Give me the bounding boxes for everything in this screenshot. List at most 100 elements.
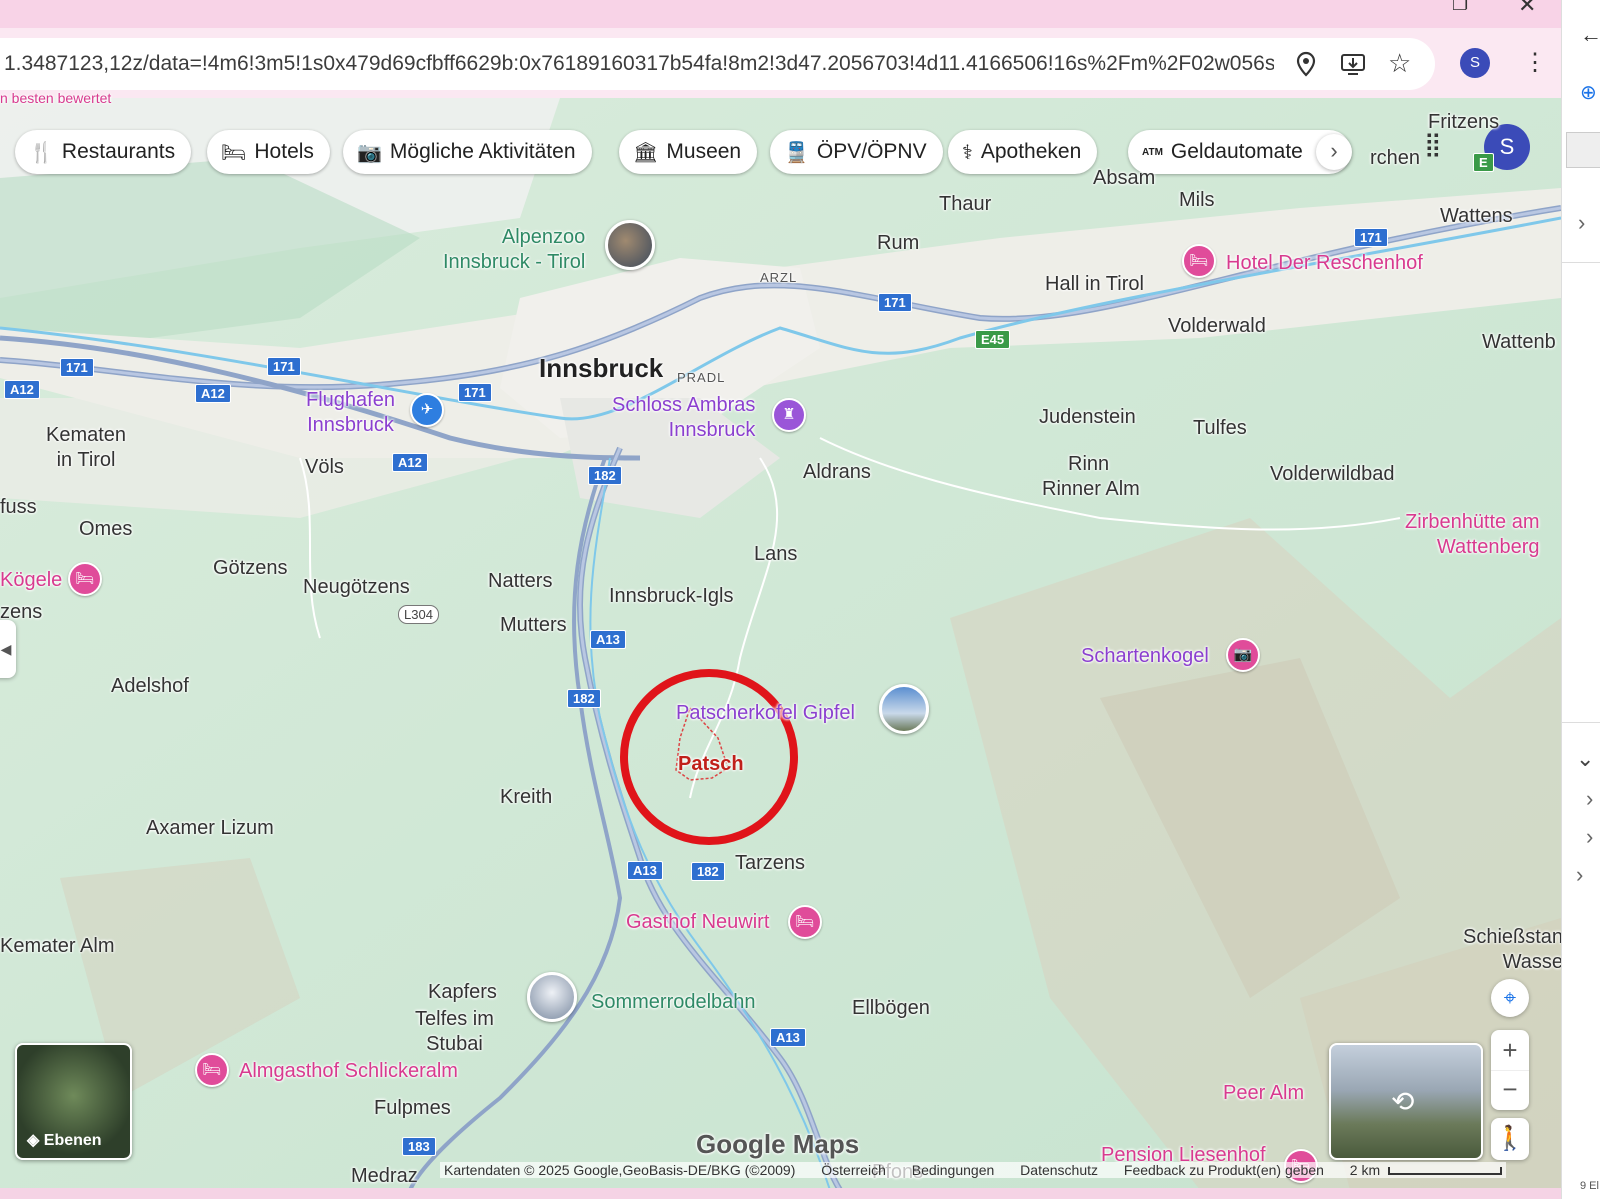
town-mutters[interactable]: Mutters: [500, 613, 567, 638]
place-volderwildbad[interactable]: Volderwildbad: [1270, 462, 1395, 487]
town-partial-fuss[interactable]: fuss: [0, 495, 37, 520]
district-arzl: ARZL: [760, 270, 798, 285]
poi-gasthof-neuwirt[interactable]: Gasthof Neuwirt: [626, 910, 769, 935]
add-circle-icon[interactable]: ⊕: [1580, 80, 1597, 105]
chevron-down-icon[interactable]: ⌄: [1576, 746, 1594, 772]
town-fritzens[interactable]: Fritzens: [1428, 110, 1499, 135]
zoom-out-button[interactable]: −: [1491, 1070, 1529, 1111]
hotel-icon[interactable]: 🛏: [788, 905, 822, 939]
city-innsbruck[interactable]: Innsbruck: [539, 352, 663, 385]
install-app-icon[interactable]: [1340, 52, 1366, 82]
camera-icon[interactable]: 📷: [1226, 638, 1260, 672]
place-axamer-lizum[interactable]: Axamer Lizum: [146, 816, 274, 841]
chevron-right-icon[interactable]: ›: [1586, 786, 1593, 812]
my-location-button[interactable]: ⌖: [1491, 979, 1529, 1017]
chip-transit[interactable]: 🚆 ÖPV/ÖPNV: [770, 130, 943, 174]
street-view-preview[interactable]: ⟲: [1329, 1043, 1483, 1160]
town-hall-in-tirol[interactable]: Hall in Tirol: [1045, 272, 1144, 297]
poi-alpenzoo[interactable]: Alpenzoo Innsbruck - Tirol: [443, 225, 585, 275]
town-tarzens[interactable]: Tarzens: [735, 851, 805, 876]
location-icon[interactable]: [1295, 51, 1317, 83]
zoom-in-button[interactable]: +: [1491, 1030, 1529, 1070]
poi-schlickeralm[interactable]: Almgasthof Schlickeralm: [239, 1059, 458, 1084]
close-icon[interactable]: ✕: [1518, 0, 1536, 18]
airplane-icon[interactable]: ✈: [410, 393, 444, 427]
url-text[interactable]: 1.3487123,12z/data=!4m6!3m5!1s0x479d69cf…: [4, 52, 1274, 76]
town-rum[interactable]: Rum: [877, 231, 919, 256]
footer-feedback-link[interactable]: Feedback zu Produkt(en) geben: [1124, 1162, 1324, 1178]
chevron-right-icon[interactable]: ›: [1586, 824, 1593, 850]
chips-next-button[interactable]: ›: [1316, 134, 1352, 170]
footer-country-link[interactable]: Österreich: [821, 1162, 886, 1178]
town-partial-archen[interactable]: rchen: [1370, 146, 1420, 171]
chip-hotels[interactable]: 🛏 Hotels: [207, 130, 330, 174]
hotel-icon[interactable]: 🛏: [195, 1053, 229, 1087]
side-panel-field[interactable]: [1566, 132, 1600, 168]
bookmark-star-icon[interactable]: ☆: [1388, 48, 1411, 79]
town-mils[interactable]: Mils: [1179, 188, 1215, 213]
town-aldrans[interactable]: Aldrans: [803, 460, 871, 485]
town-wattens[interactable]: Wattens: [1440, 204, 1513, 229]
patscherkofel-photo[interactable]: [879, 684, 929, 734]
town-volderwald[interactable]: Volderwald: [1168, 314, 1266, 339]
chip-pharmacies[interactable]: ⚕ Apotheken: [948, 130, 1098, 174]
town-omes[interactable]: Omes: [79, 517, 132, 542]
town-judenstein[interactable]: Judenstein: [1039, 405, 1136, 430]
back-arrow-icon[interactable]: ←: [1580, 22, 1600, 48]
town-adelshof[interactable]: Adelshof: [111, 674, 189, 699]
poi-zirbenhuette[interactable]: Zirbenhütte am Wattenberg: [1405, 510, 1540, 560]
town-kreith[interactable]: Kreith: [500, 785, 552, 810]
town-fulpmes[interactable]: Fulpmes: [374, 1096, 451, 1121]
chip-restaurants[interactable]: 🍴 Restaurants: [15, 130, 192, 174]
poi-peer-alm[interactable]: Peer Alm: [1223, 1081, 1304, 1106]
town-goetzens[interactable]: Götzens: [213, 556, 287, 581]
town-patsch[interactable]: Patsch: [678, 752, 744, 777]
chip-activities[interactable]: 📷 Mögliche Aktivitäten: [343, 130, 592, 174]
scale-bar-label[interactable]: 2 km: [1350, 1162, 1380, 1178]
castle-icon[interactable]: ♜: [772, 398, 806, 432]
town-telfes[interactable]: Telfes im Stubai: [415, 1007, 494, 1057]
layers-button[interactable]: ◈ Ebenen: [15, 1043, 132, 1160]
town-kematen[interactable]: Kematen in Tirol: [46, 423, 126, 473]
town-voels[interactable]: Völs: [305, 455, 344, 480]
town-absam[interactable]: Absam: [1093, 166, 1155, 191]
more-menu-icon[interactable]: ⋮: [1523, 48, 1547, 77]
poi-sommerrodelbahn[interactable]: Sommerrodelbahn: [591, 990, 756, 1015]
footer-privacy-link[interactable]: Datenschutz: [1020, 1162, 1098, 1178]
chevron-right-icon[interactable]: ›: [1578, 210, 1585, 236]
place-schiessstand[interactable]: Schießstan Wasse: [1463, 925, 1563, 975]
road-shield-e45: E45: [975, 330, 1011, 349]
restore-icon[interactable]: ❐: [1452, 0, 1468, 15]
town-tulfes[interactable]: Tulfes: [1193, 416, 1247, 441]
poi-patscherkofel[interactable]: Patscherkofel Gipfel: [676, 701, 855, 726]
collapse-panel-button[interactable]: ◀: [0, 620, 16, 678]
place-kogele[interactable]: Kögele: [0, 568, 62, 593]
town-ellboegen[interactable]: Ellbögen: [852, 996, 930, 1021]
pegman-button[interactable]: 🚶: [1491, 1118, 1529, 1160]
poi-schloss-ambras[interactable]: Schloss Ambras Innsbruck: [612, 393, 755, 443]
partial-top-label: n besten bewertet: [0, 90, 112, 106]
poi-hotel-reschenhof[interactable]: Hotel Der Reschenhof: [1226, 251, 1423, 276]
poi-airport[interactable]: Flughafen Innsbruck: [306, 388, 395, 438]
town-neugoetzens[interactable]: Neugötzens: [303, 575, 410, 600]
town-kapfers[interactable]: Kapfers: [428, 980, 497, 1005]
browser-profile-avatar[interactable]: S: [1460, 48, 1490, 78]
chevron-right-icon[interactable]: ›: [1576, 862, 1583, 888]
poi-schartenkogel[interactable]: Schartenkogel: [1081, 644, 1209, 669]
sommerrodelbahn-photo[interactable]: [527, 972, 577, 1022]
town-thaur[interactable]: Thaur: [939, 192, 991, 217]
place-kemater-alm[interactable]: Kemater Alm: [0, 934, 114, 959]
town-lans[interactable]: Lans: [754, 542, 797, 567]
hotel-icon[interactable]: 🛏: [68, 562, 102, 596]
chip-museums[interactable]: 🏛 Museen: [619, 130, 758, 174]
town-igls[interactable]: Innsbruck-Igls: [609, 584, 734, 609]
atm-icon: ATM: [1142, 146, 1163, 158]
town-natters[interactable]: Natters: [488, 569, 552, 594]
footer-terms-link[interactable]: Bedingungen: [912, 1162, 995, 1178]
town-wattenb[interactable]: Wattenb: [1482, 330, 1556, 355]
alpenzoo-photo[interactable]: [605, 220, 655, 270]
town-medraz[interactable]: Medraz: [351, 1164, 418, 1189]
hotel-icon[interactable]: 🛏: [1182, 244, 1216, 278]
place-rinner-alm[interactable]: Rinner Alm: [1042, 477, 1140, 502]
town-rinn[interactable]: Rinn: [1068, 452, 1109, 477]
